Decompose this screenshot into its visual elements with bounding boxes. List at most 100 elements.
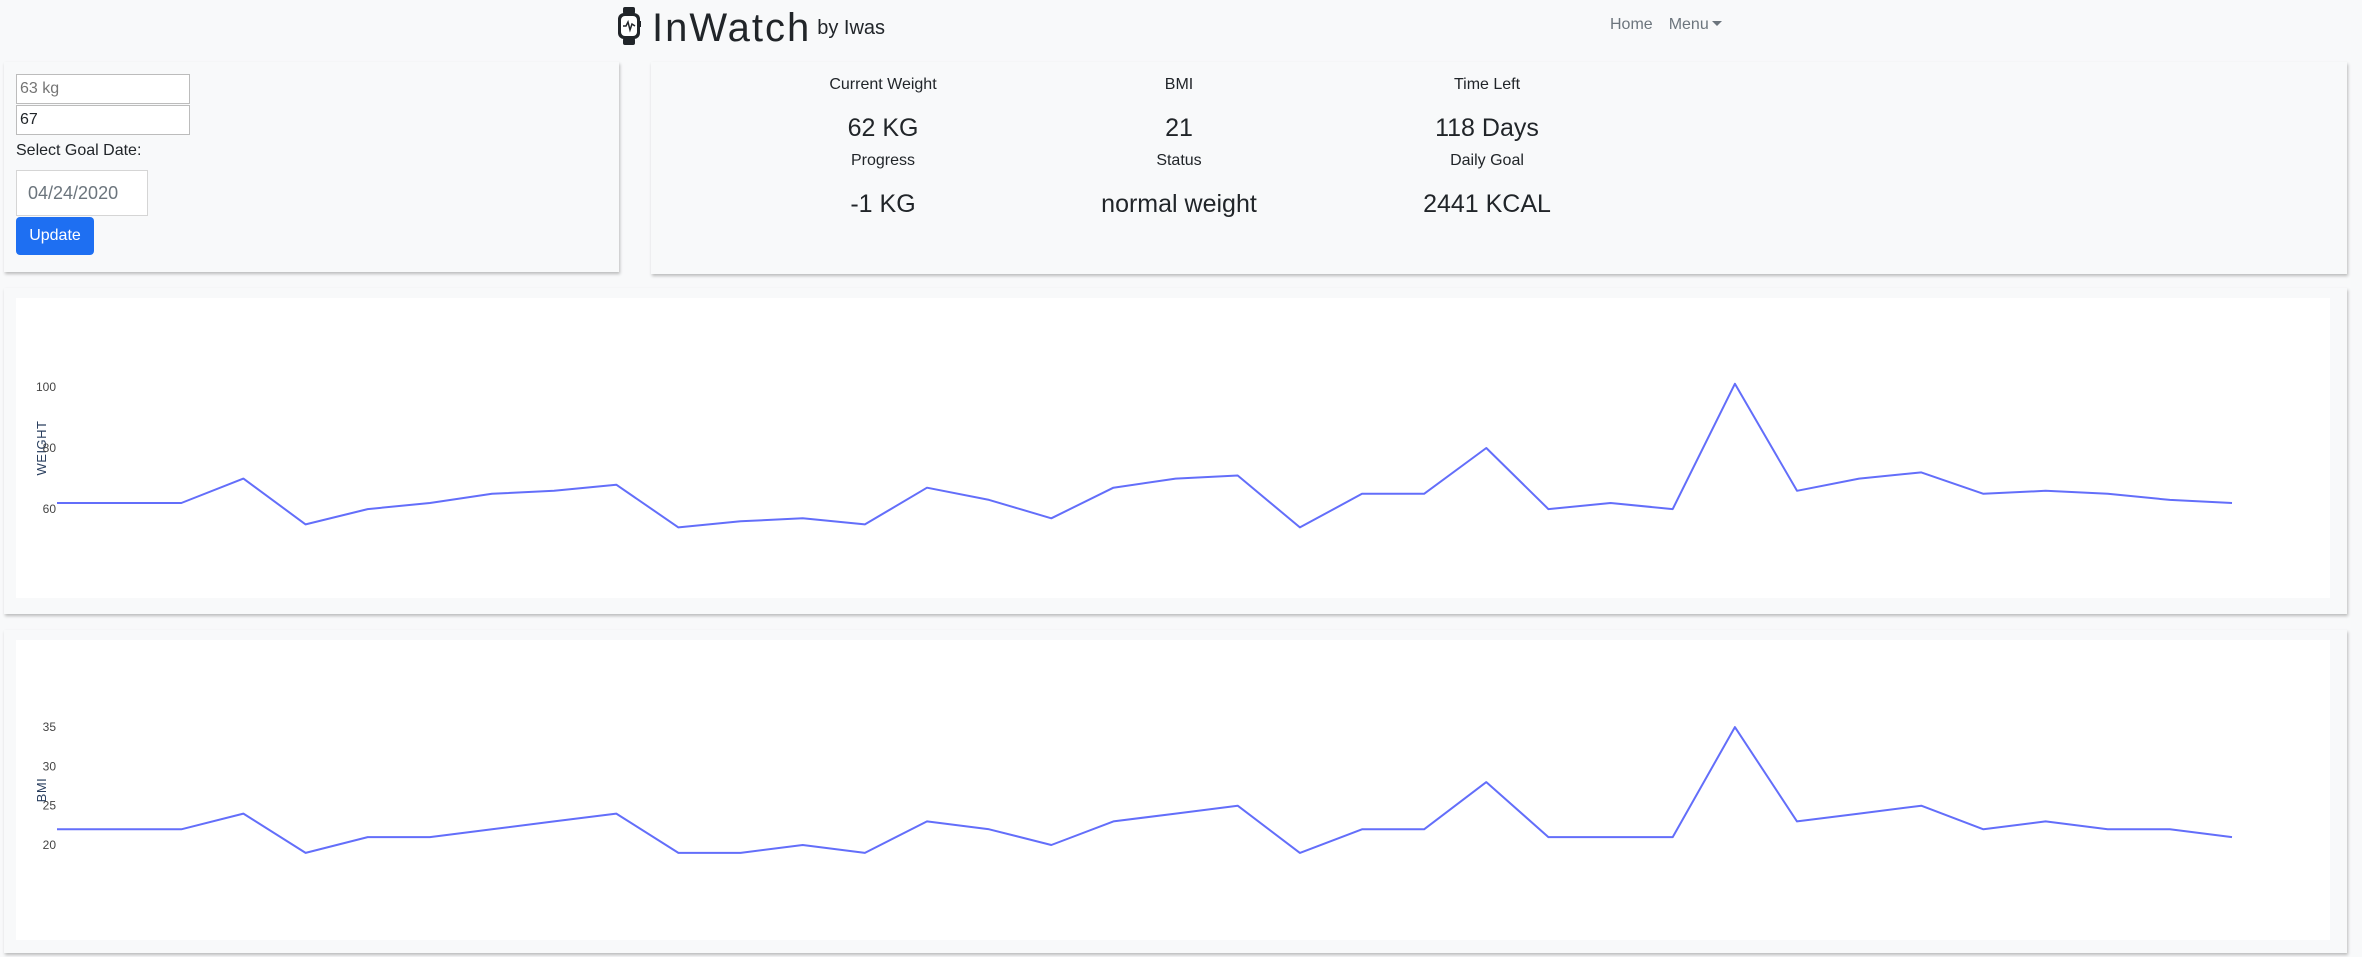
data-point[interactable]: [54, 826, 60, 832]
y-tick-label: 35: [43, 720, 57, 734]
goal-date-input[interactable]: 04/24/2020: [16, 170, 148, 216]
data-point[interactable]: [613, 482, 619, 488]
data-point[interactable]: [924, 818, 930, 824]
data-point[interactable]: [1048, 842, 1054, 848]
data-point[interactable]: [2229, 500, 2235, 506]
data-point[interactable]: [1856, 811, 1862, 817]
data-point[interactable]: [2167, 497, 2173, 503]
data-point[interactable]: [303, 521, 309, 527]
data-point[interactable]: [1359, 491, 1365, 497]
data-point[interactable]: [551, 488, 557, 494]
data-point[interactable]: [1918, 803, 1924, 809]
data-point[interactable]: [2043, 818, 2049, 824]
data-point[interactable]: [1483, 779, 1489, 785]
status-value: normal weight: [1101, 190, 1257, 218]
data-point[interactable]: [489, 826, 495, 832]
data-point[interactable]: [427, 834, 433, 840]
data-point[interactable]: [551, 818, 557, 824]
data-point[interactable]: [1110, 485, 1116, 491]
weight-chart-svg: WEIGHT6080100: [34, 380, 2235, 530]
data-point[interactable]: [365, 834, 371, 840]
series-line[interactable]: [57, 726, 2233, 854]
data-point[interactable]: [1732, 724, 1738, 730]
time-left-value: 118 Days: [1435, 114, 1539, 142]
data-point[interactable]: [1483, 445, 1489, 451]
data-point[interactable]: [986, 826, 992, 832]
bmi-value: 21: [1165, 114, 1193, 142]
nav-menu-dropdown[interactable]: Menu: [1669, 16, 1722, 34]
data-point[interactable]: [1235, 473, 1241, 479]
data-point[interactable]: [1235, 803, 1241, 809]
data-point[interactable]: [1110, 818, 1116, 824]
data-point[interactable]: [1297, 524, 1303, 530]
data-point[interactable]: [1173, 476, 1179, 482]
data-point[interactable]: [675, 850, 681, 856]
data-point[interactable]: [1670, 834, 1676, 840]
data-point[interactable]: [2105, 826, 2111, 832]
data-point[interactable]: [800, 842, 806, 848]
data-point[interactable]: [1732, 381, 1738, 387]
data-point[interactable]: [178, 500, 184, 506]
data-point[interactable]: [1545, 834, 1551, 840]
data-point[interactable]: [986, 497, 992, 503]
data-point[interactable]: [54, 500, 60, 506]
weight-chart[interactable]: WEIGHT 60 80 100: [16, 298, 2330, 598]
data-point[interactable]: [427, 500, 433, 506]
data-point[interactable]: [1670, 506, 1676, 512]
data-point[interactable]: [1545, 506, 1551, 512]
data-point[interactable]: [240, 811, 246, 817]
nav-home-link[interactable]: Home: [1610, 16, 1653, 34]
data-point[interactable]: [2105, 491, 2111, 497]
data-point[interactable]: [2043, 488, 2049, 494]
goal-date-label: Select Goal Date:: [16, 142, 142, 159]
data-point[interactable]: [924, 485, 930, 491]
update-button[interactable]: Update: [16, 217, 94, 255]
data-point[interactable]: [1048, 515, 1054, 521]
nav-menu-label: Menu: [1668, 16, 1709, 33]
weight-input[interactable]: [16, 74, 190, 104]
bmi-chart-card: BMI 20 25 30 35: [4, 630, 2347, 953]
data-point[interactable]: [1608, 500, 1614, 506]
data-point[interactable]: [675, 524, 681, 530]
data-point[interactable]: [2167, 826, 2173, 832]
status-label: Status: [1156, 152, 1202, 169]
data-point[interactable]: [862, 521, 868, 527]
data-point[interactable]: [1856, 476, 1862, 482]
bmi-label: BMI: [1164, 76, 1194, 93]
data-point[interactable]: [738, 518, 744, 524]
data-point[interactable]: [1980, 491, 1986, 497]
data-point[interactable]: [365, 506, 371, 512]
data-point[interactable]: [2229, 834, 2235, 840]
data-point[interactable]: [738, 850, 744, 856]
data-point[interactable]: [1173, 811, 1179, 817]
data-point[interactable]: [1359, 826, 1365, 832]
data-point[interactable]: [1608, 834, 1614, 840]
goal-weight-input[interactable]: [16, 105, 190, 135]
data-point[interactable]: [489, 491, 495, 497]
bmi-chart-svg: BMI20253035: [34, 720, 2235, 856]
brand[interactable]: InWatch by Iwas: [616, 6, 885, 48]
bmi-chart[interactable]: BMI 20 25 30 35: [16, 640, 2330, 940]
time-left-label: Time Left: [1453, 76, 1521, 93]
series-line[interactable]: [57, 382, 2233, 529]
y-tick-label: 25: [43, 799, 57, 813]
data-point[interactable]: [1980, 826, 1986, 832]
daily-goal-value: 2441 KCAL: [1423, 190, 1551, 218]
data-point[interactable]: [116, 826, 122, 832]
data-point[interactable]: [303, 850, 309, 856]
data-point[interactable]: [862, 850, 868, 856]
data-point[interactable]: [1918, 469, 1924, 475]
data-point[interactable]: [613, 811, 619, 817]
data-point[interactable]: [1421, 491, 1427, 497]
data-point[interactable]: [1794, 488, 1800, 494]
current-weight-label: Current Weight: [829, 76, 937, 93]
data-point[interactable]: [1794, 818, 1800, 824]
data-point[interactable]: [1421, 826, 1427, 832]
data-point[interactable]: [240, 476, 246, 482]
smartwatch-icon: [618, 7, 641, 45]
data-point[interactable]: [800, 515, 806, 521]
data-point[interactable]: [116, 500, 122, 506]
data-point[interactable]: [1297, 850, 1303, 856]
data-point[interactable]: [178, 826, 184, 832]
stats-card: Current Weight 62 KG BMI 21 Time Left 11…: [651, 62, 2347, 274]
